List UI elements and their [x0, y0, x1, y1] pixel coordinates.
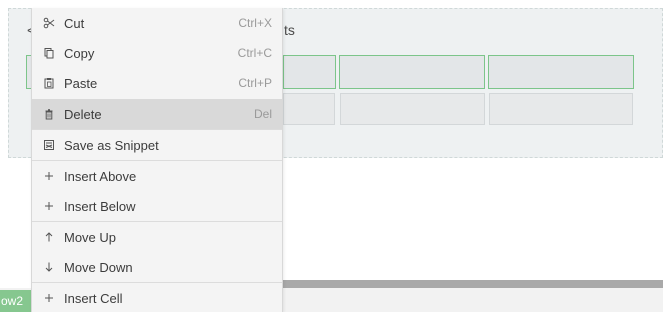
context-menu: Cut Ctrl+X Copy Ctrl+C Paste Ctrl+P Dele…: [31, 8, 283, 312]
grid-cell[interactable]: [339, 55, 485, 89]
menu-item-copy[interactable]: Copy Ctrl+C: [32, 38, 282, 68]
menu-item-label: Insert Cell: [64, 290, 123, 306]
menu-item-shortcut: Ctrl+P: [238, 76, 272, 90]
menu-item-label: Paste: [64, 75, 98, 91]
grid-cell[interactable]: [489, 93, 633, 125]
paste-icon: [42, 76, 56, 90]
menu-item-shortcut: Del: [253, 107, 272, 121]
panel-title: ts: [284, 22, 295, 38]
menu-item-label: Insert Below: [64, 198, 136, 214]
menu-item-label: Delete: [64, 106, 102, 122]
menu-item-cut[interactable]: Cut Ctrl+X: [32, 8, 282, 38]
plus-icon: [42, 291, 56, 305]
snippet-icon: [42, 138, 56, 152]
menu-item-label: Copy: [64, 45, 95, 61]
menu-item-shortcut: Ctrl+X: [238, 16, 272, 30]
menu-item-label: Cut: [64, 15, 85, 31]
grid-cell[interactable]: [488, 55, 634, 89]
menu-item-delete[interactable]: Delete Del: [32, 99, 282, 129]
menu-item-paste[interactable]: Paste Ctrl+P: [32, 68, 282, 98]
plus-icon: [42, 169, 56, 183]
resize-bar[interactable]: [282, 280, 663, 288]
menu-item-save-snippet[interactable]: Save as Snippet: [32, 130, 282, 160]
trash-icon: [42, 107, 56, 121]
row-tag[interactable]: ow2: [0, 290, 33, 312]
arrow-up-icon: [42, 230, 56, 244]
grid-cell[interactable]: [283, 93, 335, 125]
menu-item-label: Move Up: [64, 229, 117, 245]
plus-icon: [42, 199, 56, 213]
menu-item-label: Save as Snippet: [64, 137, 159, 153]
menu-item-label: Insert Above: [64, 168, 137, 184]
menu-item-move-up[interactable]: Move Up: [32, 222, 282, 252]
grid-cell[interactable]: [283, 55, 336, 89]
editor-stage: < ts ow2 Cut Ctrl+X Copy Ctrl+C: [0, 0, 663, 312]
grid-cell[interactable]: [340, 93, 485, 125]
menu-item-insert-cell[interactable]: Insert Cell: [32, 283, 282, 312]
menu-item-insert-above[interactable]: Insert Above: [32, 161, 282, 191]
menu-item-insert-below[interactable]: Insert Below: [32, 191, 282, 221]
scissors-icon: [42, 16, 56, 30]
menu-item-label: Move Down: [64, 259, 133, 275]
arrow-down-icon: [42, 260, 56, 274]
menu-item-shortcut: Ctrl+C: [237, 46, 272, 60]
copy-icon: [42, 46, 56, 60]
menu-item-move-down[interactable]: Move Down: [32, 252, 282, 282]
